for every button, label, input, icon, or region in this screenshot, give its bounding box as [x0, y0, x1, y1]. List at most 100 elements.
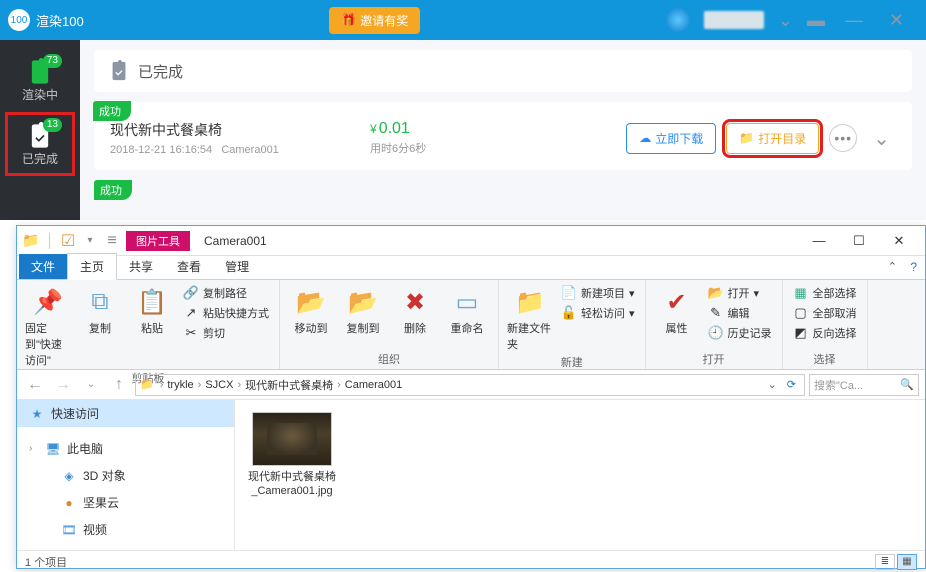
search-input[interactable]: 搜索"Ca... 🔍 [809, 374, 919, 396]
invite-button[interactable]: 🎁 邀请有奖 [329, 7, 420, 34]
pin-to-quick-access-button[interactable]: 📌 固定到"快速访问" [25, 284, 71, 368]
expand-chevron-icon[interactable]: ⌄ [867, 126, 896, 151]
task2-status-tag: 成功 [94, 180, 132, 200]
delete-icon: ✖ [399, 286, 431, 318]
tab-manage[interactable]: 管理 [213, 254, 261, 279]
star-icon: ★ [29, 406, 45, 422]
breadcrumb-item-3[interactable]: Camera001 [345, 379, 402, 391]
render-app-window: 100 渲染100 🎁 邀请有奖 ⌄ ▬ — ✕ 73 渲染中 [0, 0, 926, 220]
copy-path-button[interactable]: 🔗复制路径 [181, 284, 271, 302]
download-button-label: 立即下载 [655, 130, 703, 147]
paste-label: 粘贴 [141, 320, 163, 336]
breadcrumb-item-1[interactable]: SJCX [205, 379, 233, 391]
delete-button[interactable]: ✖删除 [392, 284, 438, 336]
breadcrumb-folder-icon: 📁 [140, 378, 154, 391]
sidebar-jianguo[interactable]: ● 坚果云 [17, 489, 234, 516]
tab-file[interactable]: 文件 [19, 254, 67, 279]
more-button[interactable]: ••• [829, 124, 857, 152]
invert-selection-button[interactable]: ◩反向选择 [791, 324, 859, 342]
clipboard-completed-icon: 13 [26, 122, 54, 150]
sidebar-item-completed[interactable]: 13 已完成 [5, 112, 75, 176]
credit-icon[interactable] [666, 8, 690, 32]
edit-button[interactable]: ✎编辑 [706, 304, 774, 322]
ribbon-collapse-icon[interactable]: ⌃ [888, 260, 897, 273]
new-folder-button[interactable]: 📁新建文件夹 [507, 284, 553, 352]
properties-icon: ✔ [661, 286, 693, 318]
download-button[interactable]: ☁ 立即下载 [626, 123, 716, 154]
chat-icon[interactable]: ▬ [807, 10, 825, 31]
picture-tools-context: 图片工具 [126, 231, 190, 251]
open-button[interactable]: 📂打开▾ [706, 284, 774, 302]
nav-up-button[interactable]: ↑ [107, 373, 131, 397]
select-all-button[interactable]: ▦全部选择 [791, 284, 859, 302]
file-name: 现代新中式餐桌椅_Camera001.jpg [247, 470, 337, 499]
paste-shortcut-button[interactable]: ↗粘贴快捷方式 [181, 304, 271, 322]
explorer-titlebar: 📁 ☑ ▾ ≡ 图片工具 Camera001 — ☐ ✕ [17, 226, 925, 256]
select-none-button[interactable]: ▢全部取消 [791, 304, 859, 322]
search-placeholder: 搜索"Ca... [814, 377, 863, 393]
copy-button[interactable]: ⧉ 复制 [77, 284, 123, 336]
breadcrumb-item-0[interactable]: trykle [167, 379, 193, 391]
help-icon[interactable]: ? [910, 260, 917, 274]
qat-props-icon[interactable]: ≡ [104, 233, 120, 249]
nav-back-button[interactable]: ← [23, 373, 47, 397]
invert-icon: ◩ [793, 325, 809, 341]
history-button[interactable]: 🕘历史记录 [706, 324, 774, 342]
tree-arrow-icon[interactable]: › [29, 443, 32, 454]
nav-forward-button[interactable]: → [51, 373, 75, 397]
context-tab-label: 图片工具 [126, 231, 190, 251]
sidebar-item-rendering[interactable]: 73 渲染中 [5, 48, 75, 112]
sidebar-quick-access[interactable]: ★ 快速访问 [17, 400, 234, 427]
explorer-minimize-button[interactable]: — [799, 227, 839, 255]
task-card: 成功 现代新中式餐桌椅 2018-12-21 16:16:54 Camera00… [94, 102, 912, 170]
app-titlebar: 100 渲染100 🎁 邀请有奖 ⌄ ▬ — ✕ [0, 0, 926, 40]
qat-checkbox-icon[interactable]: ☑ [60, 233, 76, 249]
refresh-icon[interactable]: ⟳ [783, 378, 800, 391]
easy-access-icon: 🔓 [561, 305, 577, 321]
clipboard-rendering-icon: 73 [26, 58, 54, 86]
file-list[interactable]: 现代新中式餐桌椅_Camera001.jpg [235, 400, 925, 550]
sidebar-this-pc[interactable]: › 🖥 此电脑 [17, 435, 234, 462]
organize-group-label: 组织 [288, 349, 490, 367]
task-price: ¥0.01 [370, 120, 550, 138]
tab-view[interactable]: 查看 [165, 254, 213, 279]
paste-button[interactable]: 📋 粘贴 [129, 284, 175, 336]
breadcrumb-dropdown-icon[interactable]: ⌄ [764, 378, 781, 391]
close-button[interactable]: ✕ [883, 10, 910, 31]
tab-share[interactable]: 共享 [117, 254, 165, 279]
new-item-button[interactable]: 📄新建项目▾ [559, 284, 637, 302]
folder-icon[interactable]: 📁 [23, 233, 39, 249]
task-date: 2018-12-21 16:16:54 [110, 144, 212, 156]
rendering-badge: 73 [43, 54, 62, 68]
tab-home[interactable]: 主页 [67, 253, 117, 280]
rename-button[interactable]: ▭重命名 [444, 284, 490, 336]
properties-button[interactable]: ✔属性 [654, 284, 700, 336]
sidebar-videos[interactable]: 🎞 视频 [17, 516, 234, 543]
breadcrumb-item-2[interactable]: 现代新中式餐桌椅 [245, 377, 333, 393]
explorer-window-title: Camera001 [204, 234, 799, 248]
sidebar-3d-objects[interactable]: ◈ 3D 对象 [17, 462, 234, 489]
nav-recent-button[interactable]: ⌄ [79, 373, 103, 397]
picture-icon: 🖼 [61, 549, 77, 551]
cut-button[interactable]: ✂剪切 [181, 324, 271, 342]
view-icons-button[interactable]: ▦ [897, 554, 917, 570]
view-details-button[interactable]: ≣ [875, 554, 895, 570]
file-item[interactable]: 现代新中式餐桌椅_Camera001.jpg [247, 412, 337, 499]
easy-access-button[interactable]: 🔓轻松访问▾ [559, 304, 637, 322]
minimize-button[interactable]: — [839, 10, 869, 31]
move-to-button[interactable]: 📂移动到 [288, 284, 334, 336]
qat-dropdown-icon[interactable]: ▾ [82, 233, 98, 249]
address-bar: ← → ⌄ ↑ 📁 › trykle› SJCX› 现代新中式餐桌椅› Came… [17, 370, 925, 400]
copy-to-button[interactable]: 📂复制到 [340, 284, 386, 336]
pin-icon: 📌 [32, 286, 64, 318]
open-folder-button[interactable]: 📁 打开目录 [726, 123, 819, 154]
chevron-down-icon[interactable]: ⌄ [778, 10, 793, 31]
move-icon: 📂 [295, 286, 327, 318]
pc-icon: 🖥 [45, 441, 61, 457]
app-logo-icon: 100 [8, 9, 30, 31]
breadcrumb[interactable]: 📁 › trykle› SJCX› 现代新中式餐桌椅› Camera001 ⌄ … [135, 374, 805, 396]
sidebar-pictures[interactable]: 🖼 图片 [17, 543, 234, 550]
explorer-maximize-button[interactable]: ☐ [839, 227, 879, 255]
explorer-close-button[interactable]: ✕ [879, 227, 919, 255]
rename-icon: ▭ [451, 286, 483, 318]
